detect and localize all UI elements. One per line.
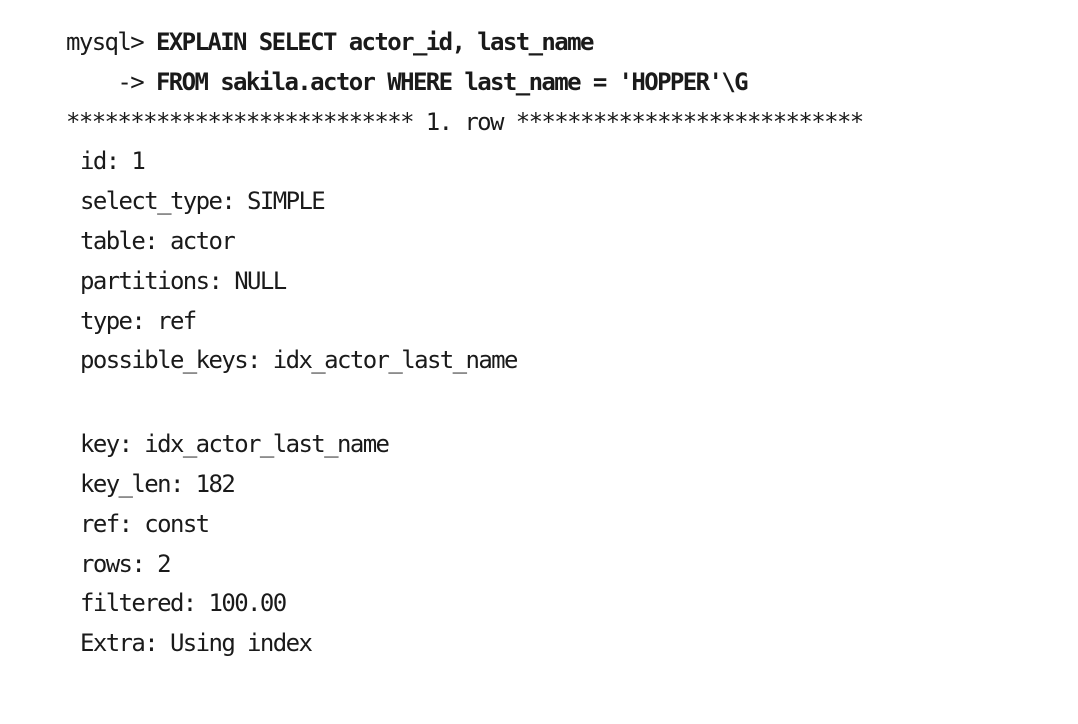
field-row-rows: rows: 2 xyxy=(80,549,172,579)
field-separator: : xyxy=(131,307,158,335)
field-value: 1 xyxy=(131,147,145,175)
field-row-select-type: select_type: SIMPLE xyxy=(80,186,326,216)
field-label: key_len xyxy=(80,470,172,498)
field-value: 182 xyxy=(195,470,236,498)
field-row-possible-keys: possible_keys: idx_actor_last_name xyxy=(80,345,519,375)
field-label: type xyxy=(80,307,133,335)
query-text-1: EXPLAIN SELECT actor_id, last_name xyxy=(143,28,594,56)
field-value: actor xyxy=(169,227,236,255)
field-row-id: id: 1 xyxy=(80,146,146,176)
field-separator: : xyxy=(182,589,209,617)
continuation-prompt: -> xyxy=(66,68,144,96)
field-separator: : xyxy=(247,346,273,374)
field-row-type: type: ref xyxy=(80,306,197,336)
field-value: 2 xyxy=(157,550,171,578)
field-separator: : xyxy=(131,550,158,578)
query-text-2: FROM sakila.actor WHERE last_name = 'HOP… xyxy=(143,68,749,96)
field-label: table xyxy=(80,227,146,255)
field-separator: : xyxy=(144,227,170,255)
field-label: partitions xyxy=(80,267,210,295)
field-separator: : xyxy=(118,510,145,538)
query-line-2: -> FROM sakila.actor WHERE last_name = '… xyxy=(66,67,749,97)
field-row-ref: ref: const xyxy=(80,509,210,539)
field-row-key: key: idx_actor_last_name xyxy=(80,429,390,459)
field-separator: : xyxy=(169,470,196,498)
field-label: ref xyxy=(80,510,120,538)
field-row-partitions: partitions: NULL xyxy=(80,266,287,296)
field-separator: : xyxy=(221,187,248,215)
field-label: Extra xyxy=(80,629,146,657)
field-label: select_type xyxy=(80,187,223,215)
field-separator: : xyxy=(105,147,132,175)
field-row-filtered: filtered: 100.00 xyxy=(80,588,288,618)
field-label: filtered xyxy=(80,589,184,617)
field-value: ref xyxy=(157,307,197,335)
field-label: possible_keys xyxy=(80,346,249,374)
field-value: SIMPLE xyxy=(247,187,326,215)
field-separator: : xyxy=(144,629,170,657)
field-value: 100.00 xyxy=(208,589,288,617)
field-value: idx_actor_last_name xyxy=(272,346,519,374)
field-separator: : xyxy=(118,430,145,458)
field-separator: : xyxy=(208,267,235,295)
mysql-prompt: mysql> xyxy=(66,28,145,56)
field-row-extra: Extra: Using index xyxy=(80,628,313,658)
field-row-key-len: key_len: 182 xyxy=(80,469,236,499)
field-value: idx_actor_last_name xyxy=(144,430,390,458)
field-label: key xyxy=(80,430,120,458)
field-row-table: table: actor xyxy=(80,226,236,256)
row-header: *************************** 1. row *****… xyxy=(66,108,864,136)
query-line-1: mysql> EXPLAIN SELECT actor_id, last_nam… xyxy=(66,27,594,57)
mysql-console-output: mysql> EXPLAIN SELECT actor_id, last_nam… xyxy=(0,0,1078,724)
field-label: id xyxy=(80,147,107,175)
field-value: NULL xyxy=(234,267,287,295)
field-value: const xyxy=(144,510,210,538)
field-value: Using index xyxy=(169,629,313,657)
field-label: rows xyxy=(80,550,133,578)
